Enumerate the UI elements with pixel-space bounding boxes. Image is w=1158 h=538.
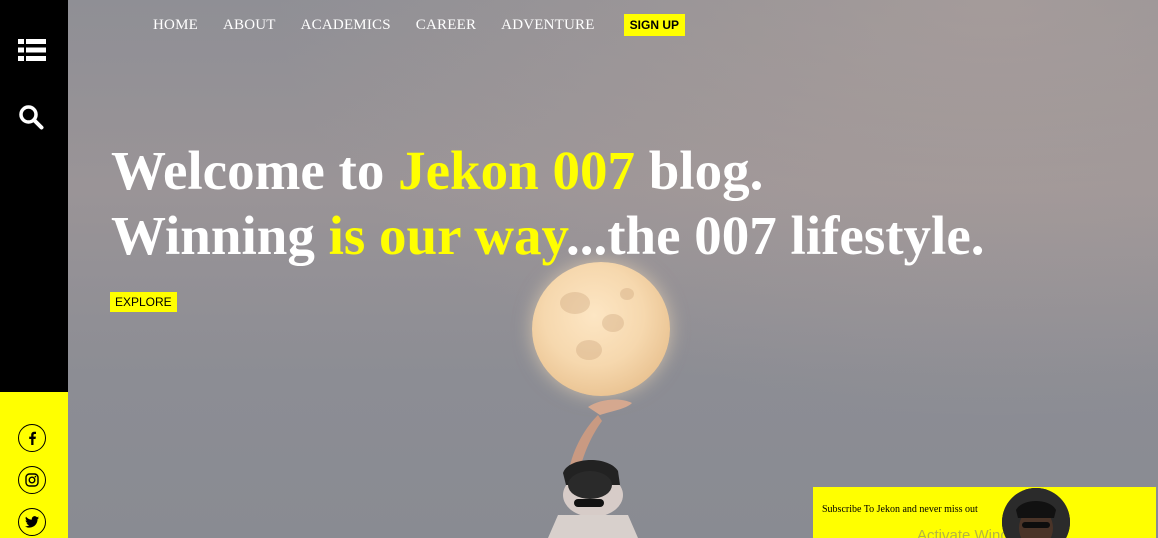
moon-image: [532, 262, 670, 396]
subscribe-panel[interactable]: Subscribe To Jekon and never miss out Ac…: [813, 487, 1156, 538]
headline-highlight: is our way: [328, 205, 566, 266]
hero-section: HOME ABOUT ACADEMICS CAREER ADVENTURE SI…: [68, 0, 1158, 538]
list-icon[interactable]: [18, 38, 46, 62]
person-image: [548, 399, 638, 538]
explore-button[interactable]: EXPLORE: [110, 292, 177, 312]
nav-career[interactable]: CAREER: [416, 17, 476, 34]
signup-button[interactable]: SIGN UP: [623, 14, 685, 36]
headline-part: Welcome to: [111, 140, 399, 201]
headline-part: ...the 007 lifestyle.: [565, 205, 985, 266]
nav-academics[interactable]: ACADEMICS: [301, 17, 391, 34]
sidebar: [0, 0, 68, 538]
social-panel: [0, 392, 68, 538]
search-icon[interactable]: [18, 104, 44, 130]
facebook-icon[interactable]: [18, 424, 46, 452]
subscribe-text: Subscribe To Jekon and never miss out: [822, 504, 978, 515]
nav-home[interactable]: HOME: [153, 17, 198, 34]
top-nav: HOME ABOUT ACADEMICS CAREER ADVENTURE SI…: [153, 14, 685, 36]
headline-part: blog.: [634, 140, 764, 201]
headline-part: Winning: [111, 205, 329, 266]
headline-highlight: Jekon 007: [398, 140, 635, 201]
hero-headline: Welcome to Jekon 007 blog. Winning is ou…: [111, 138, 985, 268]
nav-adventure[interactable]: ADVENTURE: [501, 17, 594, 34]
twitter-icon[interactable]: [18, 508, 46, 536]
instagram-icon[interactable]: [18, 466, 46, 494]
avatar: [1002, 488, 1070, 538]
nav-about[interactable]: ABOUT: [223, 17, 276, 34]
